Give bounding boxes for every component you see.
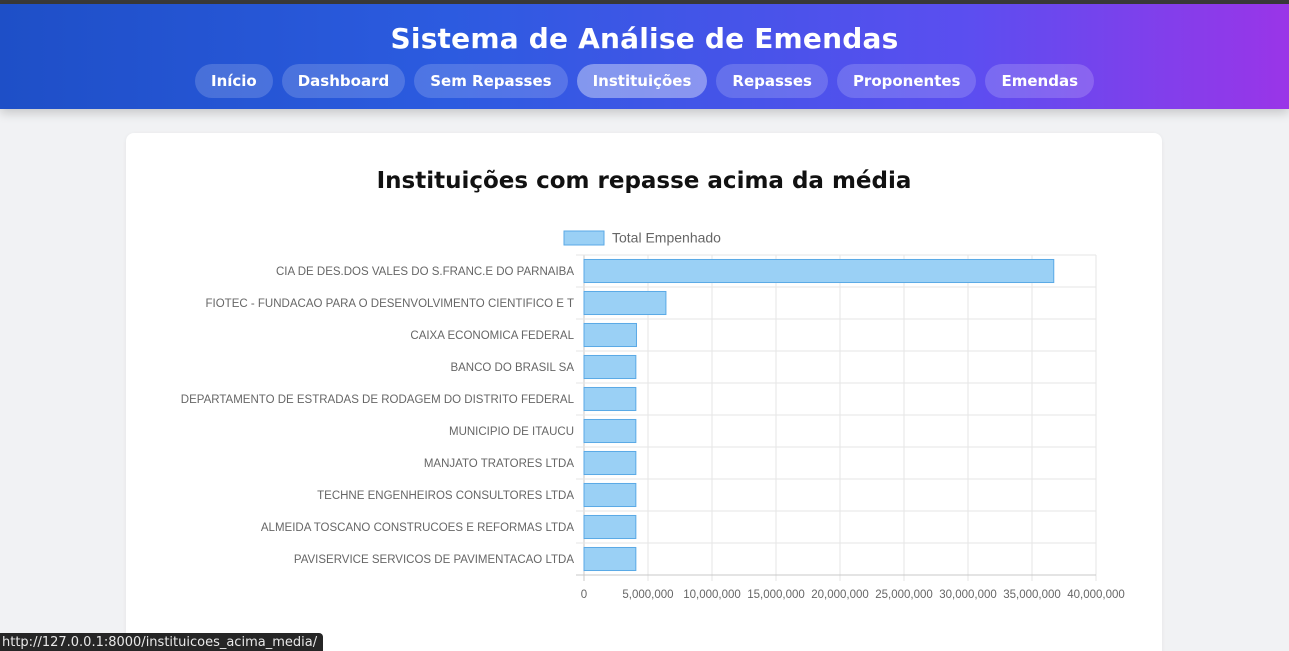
bar[interactable] xyxy=(583,482,637,508)
bar[interactable] xyxy=(583,546,637,572)
y-tick-label: FIOTEC - FUNDACAO PARA O DESENVOLVIMENTO… xyxy=(206,298,574,310)
nav-item-instituicoes[interactable]: Instituições xyxy=(576,64,708,98)
legend-label[interactable]: Total Empenhado xyxy=(612,230,721,246)
y-tick-label: PAVISERVICE SERVICOS DE PAVIMENTACAO LTD… xyxy=(294,554,574,566)
legend-swatch[interactable] xyxy=(563,230,605,246)
x-tick-label: 35,000,000 xyxy=(1003,589,1061,601)
nav-item-emendas[interactable]: Emendas xyxy=(985,64,1095,98)
x-tick-label: 40,000,000 xyxy=(1067,589,1125,601)
site-header: Sistema de Análise de Emendas Início Das… xyxy=(0,4,1289,109)
y-tick-label: CAIXA ECONOMICA FEDERAL xyxy=(410,330,574,342)
nav-item-dashboard[interactable]: Dashboard xyxy=(281,64,406,98)
y-tick-label: CIA DE DES.DOS VALES DO S.FRANC.E DO PAR… xyxy=(276,266,574,278)
x-tick-label: 10,000,000 xyxy=(683,589,741,601)
y-tick-label: ALMEIDA TOSCANO CONSTRUCOES E REFORMAS L… xyxy=(261,522,574,534)
nav-item-inicio[interactable]: Início xyxy=(194,64,273,98)
bar[interactable] xyxy=(583,258,1055,284)
y-tick-label: TECHNE ENGENHEIROS CONSULTORES LTDA xyxy=(317,490,574,502)
y-tick-label: MUNICIPIO DE ITAUCU xyxy=(449,426,574,438)
x-tick-label: 15,000,000 xyxy=(747,589,805,601)
y-tick-label: MANJATO TRATORES LTDA xyxy=(424,458,574,470)
bar[interactable] xyxy=(583,322,637,348)
x-tick-label: 30,000,000 xyxy=(939,589,997,601)
x-tick-label: 20,000,000 xyxy=(811,589,869,601)
site-title: Sistema de Análise de Emendas xyxy=(390,22,899,55)
bar-chart: Total Empenhado 0 5,000,000 10,000,000 15,00… xyxy=(181,230,1125,602)
y-tick-label: BANCO DO BRASIL SA xyxy=(450,362,574,374)
page-title: Instituições com repasse acima da média xyxy=(376,168,912,194)
x-tick-label: 5,000,000 xyxy=(622,589,673,601)
bar[interactable] xyxy=(583,386,637,412)
bar[interactable] xyxy=(583,514,637,540)
link-status-bar: http://127.0.0.1:8000/instituicoes_acima… xyxy=(0,633,324,651)
x-tick-label: 25,000,000 xyxy=(875,589,933,601)
bar[interactable] xyxy=(583,290,667,316)
bar[interactable] xyxy=(583,450,637,476)
y-tick-label: DEPARTAMENTO DE ESTRADAS DE RODAGEM DO D… xyxy=(181,394,575,406)
main-nav: Início Dashboard Sem Repasses Instituiçõ… xyxy=(0,64,1289,98)
bar[interactable] xyxy=(583,354,637,380)
nav-item-repasses[interactable]: Repasses xyxy=(716,64,828,98)
nav-item-proponentes[interactable]: Proponentes xyxy=(836,64,977,98)
nav-item-sem-repasses[interactable]: Sem Repasses xyxy=(414,64,568,98)
bar[interactable] xyxy=(583,418,637,444)
x-tick-label: 0 xyxy=(581,589,587,601)
